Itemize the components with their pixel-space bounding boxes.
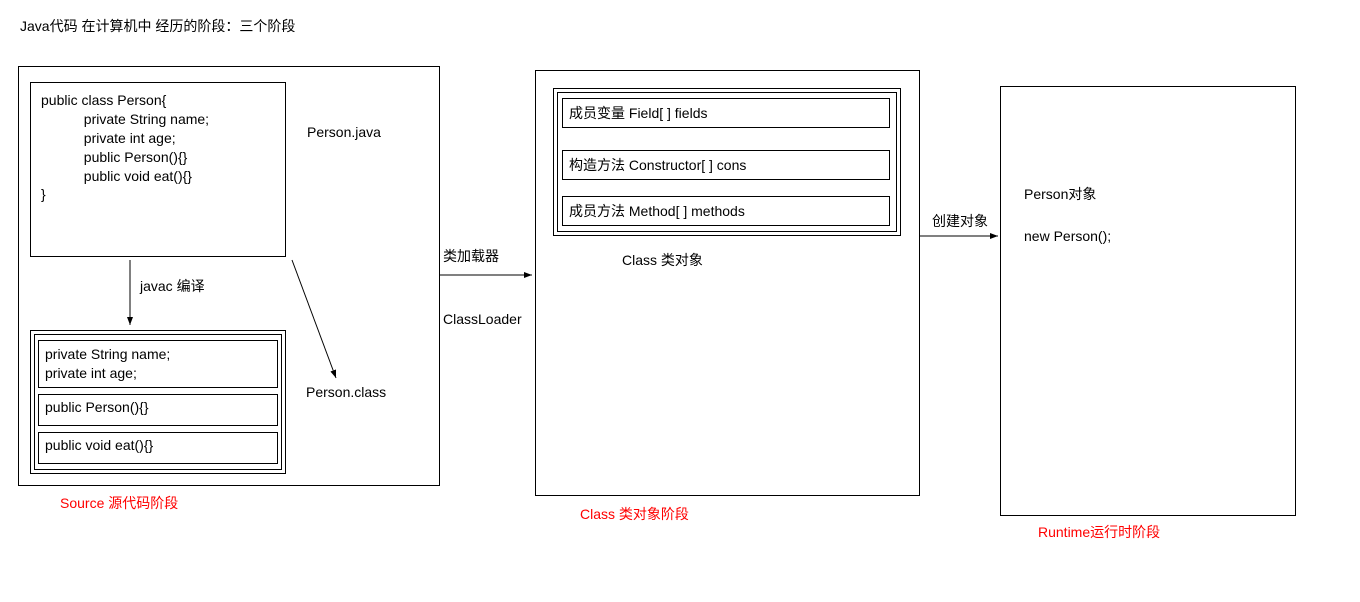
runtime-stage-box [1000,86,1296,516]
class-object-caption: Class 类对象 [622,250,703,270]
code-line: private String name; [41,110,275,129]
new-person-label: new Person(); [1024,228,1111,244]
class-method-cell: 成员方法 Method[ ] methods [562,196,890,226]
page-title: Java代码 在计算机中 经历的阶段：三个阶段 [20,16,295,36]
code-line: public Person(){} [41,148,275,167]
code-line: public class Person{ [41,91,275,110]
runtime-stage-label: Runtime运行时阶段 [1038,522,1160,542]
code-line: } [41,185,275,204]
class-fields-text: 成员变量 Field[ ] fields [569,105,707,121]
person-class-label: Person.class [306,384,386,400]
class-method-row: public void eat(){} [38,432,278,464]
javac-compile-label: javac 编译 [140,276,205,296]
method-line: public void eat(){} [45,437,153,453]
class-fields-cell: 成员变量 Field[ ] fields [562,98,890,128]
class-stage-label: Class 类对象阶段 [580,504,689,524]
classloader-label-1: 类加载器 [443,246,499,266]
code-line: public void eat(){} [41,167,275,186]
field-line: private int age; [45,364,271,383]
class-fields-row: private String name; private int age; [38,340,278,388]
field-line: private String name; [45,345,271,364]
source-stage-label: Source 源代码阶段 [60,493,178,513]
class-method-text: 成员方法 Method[ ] methods [569,203,745,219]
person-java-label: Person.java [307,124,381,140]
class-ctor-text: 构造方法 Constructor[ ] cons [569,157,746,173]
person-object-label: Person对象 [1024,184,1096,204]
class-ctor-cell: 构造方法 Constructor[ ] cons [562,150,890,180]
code-line: private int age; [41,129,275,148]
classloader-label-2: ClassLoader [443,311,522,327]
create-object-label: 创建对象 [932,211,988,231]
ctor-line: public Person(){} [45,399,149,415]
person-java-code-box: public class Person{ private String name… [30,82,286,257]
class-ctor-row: public Person(){} [38,394,278,426]
